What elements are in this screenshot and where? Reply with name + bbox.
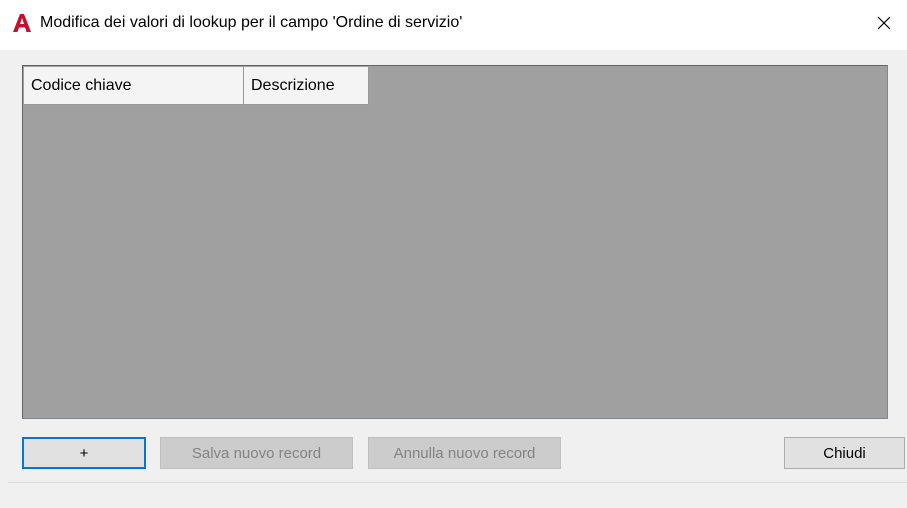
column-header-codice-chiave[interactable]: Codice chiave: [24, 67, 244, 105]
dialog-client-area: Codice chiave Descrizione + Salva nuovo …: [0, 50, 907, 508]
lookup-dialog-window: Modifica dei valori di lookup per il cam…: [0, 0, 907, 508]
close-icon: [877, 16, 891, 35]
add-record-button[interactable]: +: [22, 437, 146, 469]
add-record-button-label: +: [79, 444, 89, 462]
save-new-record-button[interactable]: Salva nuovo record: [160, 437, 353, 469]
column-header-descrizione[interactable]: Descrizione: [244, 67, 369, 105]
close-button[interactable]: Chiudi: [784, 437, 905, 469]
autocad-a-icon: [11, 13, 33, 33]
footer-divider: [8, 482, 907, 483]
close-window-button[interactable]: [861, 0, 907, 50]
window-title: Modifica dei valori di lookup per il cam…: [40, 14, 463, 31]
lookup-values-grid[interactable]: Codice chiave Descrizione: [22, 65, 888, 419]
cancel-new-record-button[interactable]: Annulla nuovo record: [368, 437, 561, 469]
grid-header-row: Codice chiave Descrizione: [24, 67, 369, 105]
title-bar: Modifica dei valori di lookup per il cam…: [0, 0, 907, 50]
